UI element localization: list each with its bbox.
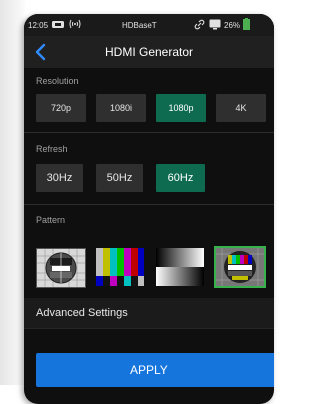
- gray-gradient-pattern-thumbnail[interactable]: [156, 248, 204, 286]
- resolution-label: Resolution: [36, 76, 79, 86]
- circle-test-pattern-thumbnail[interactable]: [36, 248, 86, 288]
- tablet-screen: 12:05 HDBaseT 26% HDMI Generator Resolut…: [24, 14, 274, 404]
- refresh-option-30hz[interactable]: 30Hz: [36, 164, 83, 192]
- sim-card-icon: [52, 20, 64, 31]
- refresh-option-60hz[interactable]: 60Hz: [156, 164, 205, 192]
- pattern-label: Pattern: [36, 215, 66, 225]
- resolution-option-1080p[interactable]: 1080p: [156, 94, 206, 122]
- smpte-test-card-pattern-thumbnail[interactable]: [214, 246, 266, 288]
- refresh-option-50hz[interactable]: 50Hz: [96, 164, 143, 192]
- color-bars-pattern-thumbnail[interactable]: [96, 248, 144, 286]
- nav-bar: HDMI Generator: [24, 36, 274, 68]
- resolution-option-720p[interactable]: 720p: [36, 94, 86, 122]
- resolution-option-4k[interactable]: 4K: [216, 94, 266, 122]
- section-divider: [24, 132, 274, 133]
- status-time: 12:05: [28, 21, 49, 30]
- battery-percent: 26%: [224, 21, 241, 30]
- apply-button[interactable]: APPLY: [36, 353, 274, 387]
- advanced-settings-label: Advanced Settings: [36, 307, 128, 319]
- link-icon: [194, 19, 205, 32]
- tablet-icon: [209, 19, 221, 32]
- section-divider: [24, 328, 274, 329]
- status-bar: 12:05 HDBaseT 26%: [24, 14, 274, 36]
- network-label: HDBaseT: [122, 21, 157, 30]
- resolution-option-1080i[interactable]: 1080i: [96, 94, 146, 122]
- battery-icon: [243, 18, 250, 32]
- apply-button-label: APPLY: [130, 363, 168, 377]
- advanced-settings-row[interactable]: Advanced Settings: [24, 298, 274, 328]
- section-divider: [24, 204, 274, 205]
- page-title: HDMI Generator: [104, 45, 194, 59]
- signal-icon: [69, 19, 81, 31]
- refresh-label: Refresh: [36, 144, 68, 154]
